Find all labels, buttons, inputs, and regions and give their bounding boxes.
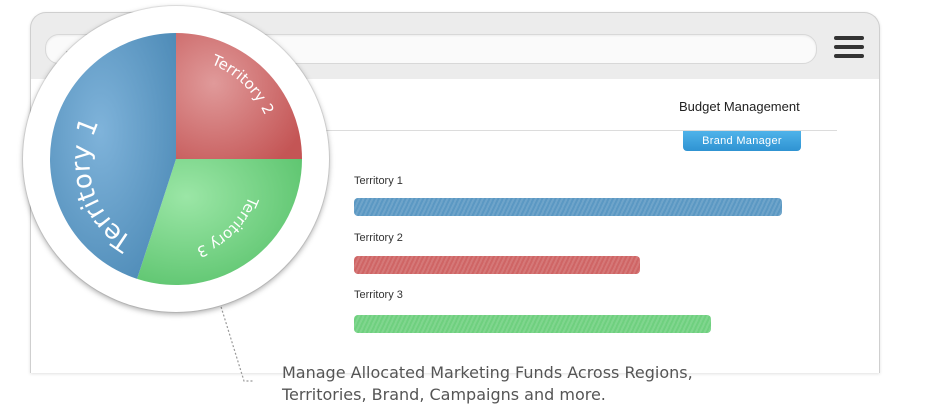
page-title: Budget Management: [679, 99, 800, 114]
magnifier-lens: Territory 1 Territory 2 Territory 3: [23, 6, 329, 312]
territory-3-bar-track: [354, 315, 784, 333]
territory-3-label: Territory 3: [354, 289, 403, 301]
feature-caption: Manage Allocated Marketing Funds Across …: [282, 362, 802, 406]
territory-1-label: Territory 1: [354, 175, 403, 187]
territory-pie-chart: Territory 1 Territory 2 Territory 3: [49, 33, 302, 285]
pie-slice-territory-2[interactable]: [176, 33, 302, 159]
territory-2-bar-track: [354, 256, 784, 274]
hamburger-menu-icon[interactable]: [834, 36, 864, 60]
brand-manager-button[interactable]: Brand Manager: [683, 131, 801, 151]
caption-line-2: Territories, Brand, Campaigns and more.: [282, 385, 606, 404]
territory-2-bar[interactable]: [354, 256, 640, 274]
territory-1-bar[interactable]: [354, 198, 782, 216]
territory-1-bar-track: [354, 198, 784, 216]
territory-2-label: Territory 2: [354, 232, 403, 244]
caption-line-1: Manage Allocated Marketing Funds Across …: [282, 363, 693, 382]
territory-3-bar[interactable]: [354, 315, 711, 333]
